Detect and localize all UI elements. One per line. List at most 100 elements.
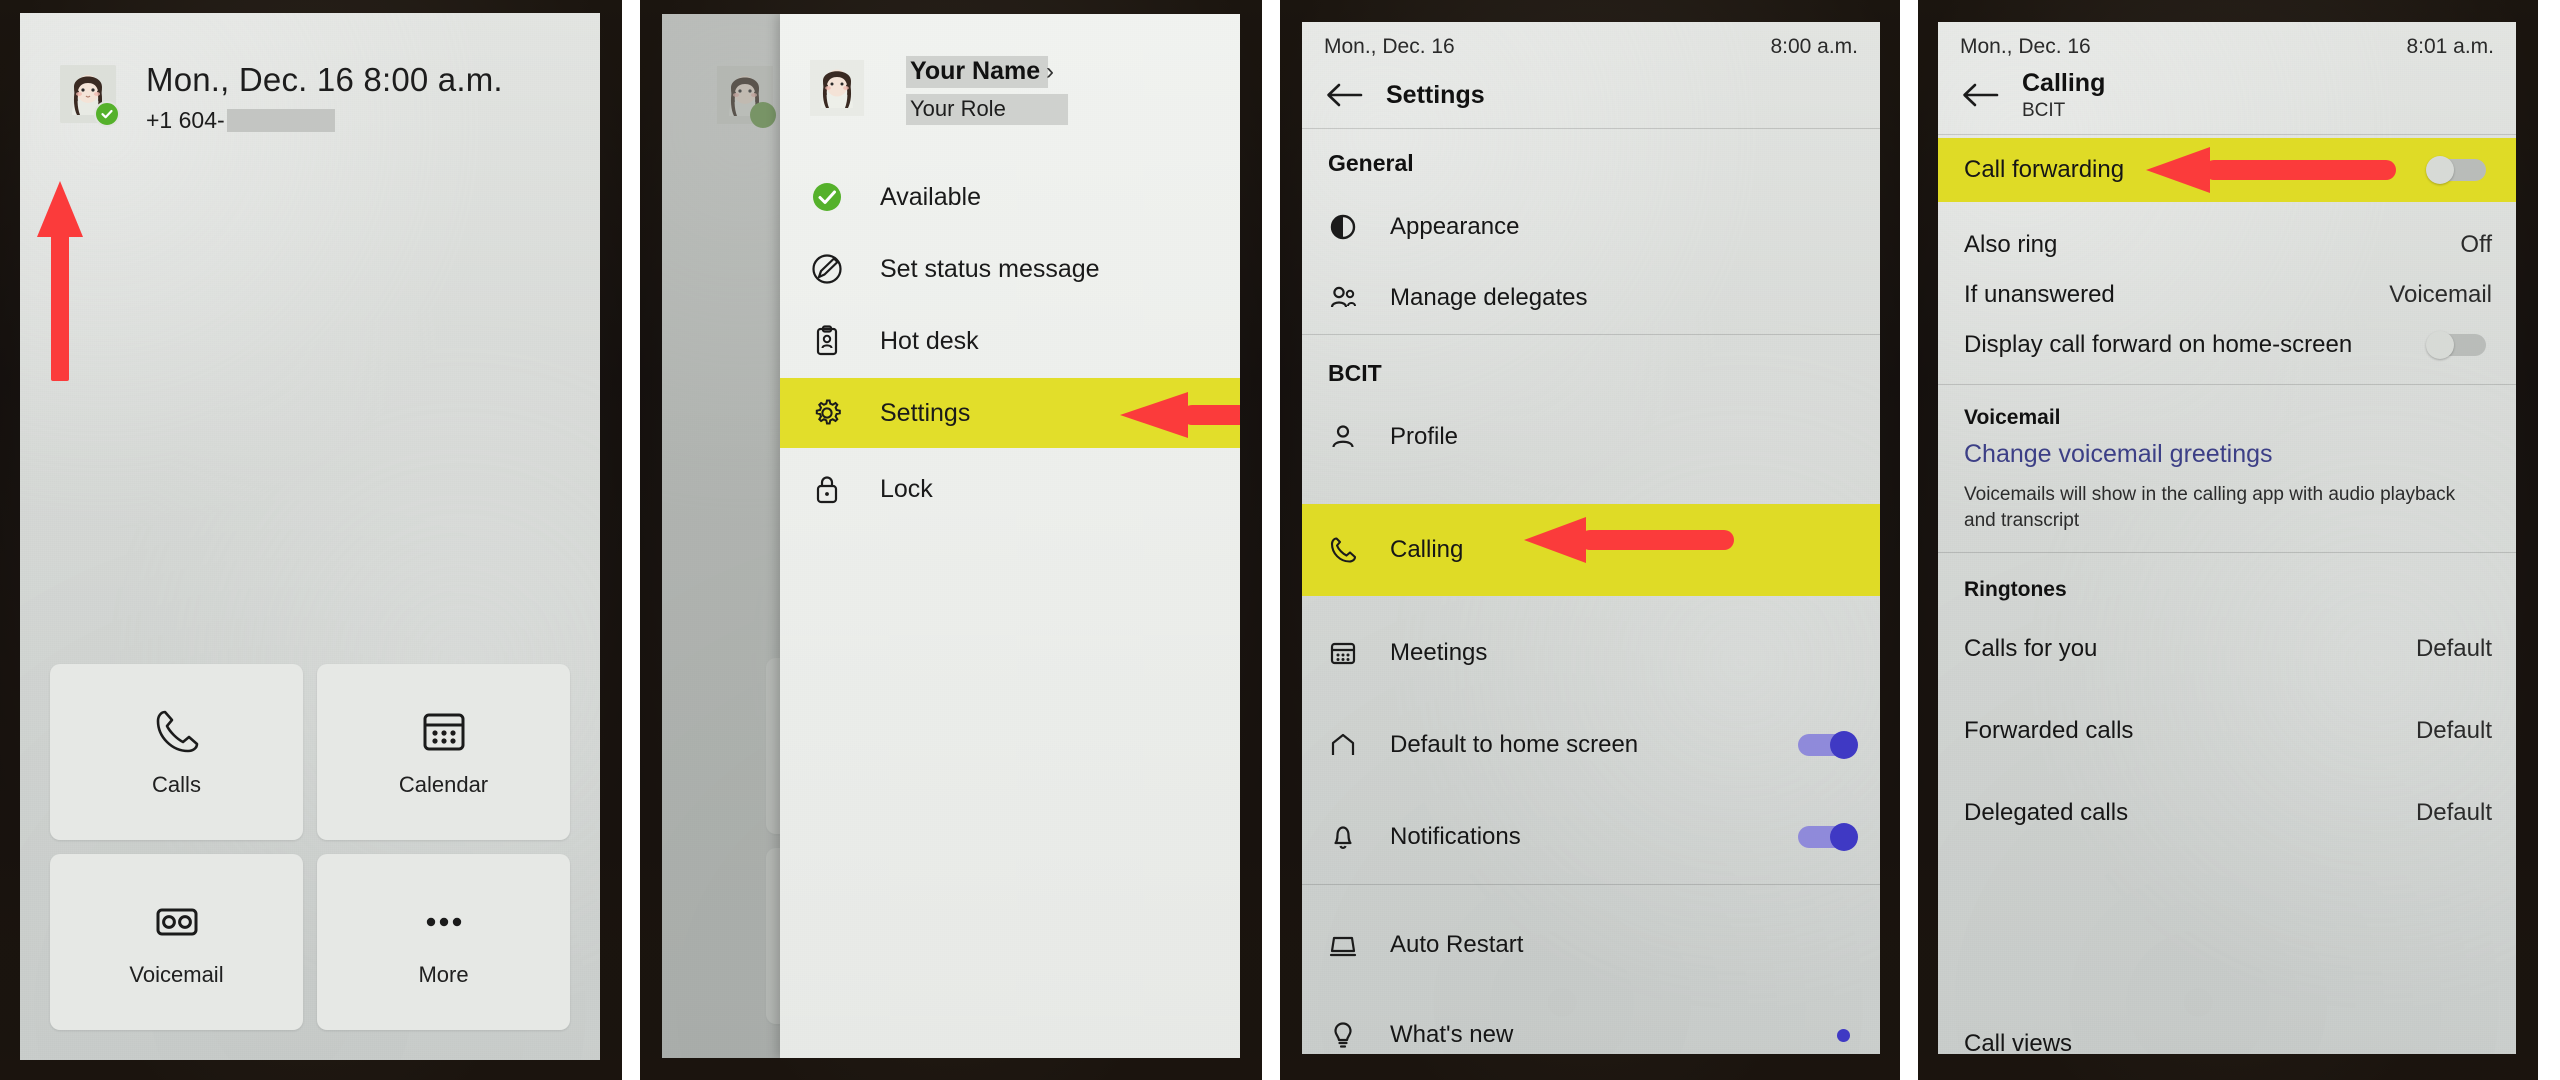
phone-icon bbox=[1328, 535, 1390, 565]
divider bbox=[1938, 134, 2516, 135]
ringtone-row-forwarded-calls[interactable]: Forwarded calls Default bbox=[1938, 704, 2516, 758]
settings-row-label: Calling bbox=[1390, 536, 1464, 563]
person-icon bbox=[1328, 422, 1390, 452]
phone-number-redaction bbox=[226, 109, 335, 132]
chevron-right-icon: › bbox=[1046, 58, 1054, 85]
drawer-item-set-status-message[interactable]: Set status message bbox=[780, 234, 1240, 304]
annotation-arrow-left bbox=[1524, 517, 1734, 563]
settings-row-notifications[interactable]: Notifications bbox=[1302, 804, 1880, 870]
settings-row-auto-restart[interactable]: Auto Restart bbox=[1302, 912, 1880, 978]
settings-row-label: Manage delegates bbox=[1390, 284, 1588, 311]
page-title: Calling bbox=[2022, 68, 2106, 97]
home-datetime: Mon., Dec. 16 8:00 a.m. bbox=[146, 61, 503, 98]
phone-number-prefix: +1 604- bbox=[146, 107, 225, 133]
back-arrow-icon[interactable] bbox=[1302, 78, 1386, 112]
calling-row-value: Voicemail bbox=[2389, 281, 2492, 308]
panel-gap bbox=[1900, 0, 1918, 1080]
calendar-icon bbox=[423, 713, 464, 751]
drawer-avatar bbox=[810, 60, 864, 116]
settings-row-appearance[interactable]: Appearance bbox=[1302, 194, 1880, 260]
calling-settings-screen: Mon., Dec. 16 8:01 a.m. Calling BCIT Cal… bbox=[1938, 22, 2516, 1054]
status-date: Mon., Dec. 16 bbox=[1324, 35, 1455, 58]
page-subtitle: BCIT bbox=[2022, 99, 2066, 121]
settings-row-label: Meetings bbox=[1390, 639, 1488, 666]
status-bar: Mon., Dec. 16 8:01 a.m. bbox=[1938, 30, 2516, 64]
drawer-profile-name: Your Name bbox=[906, 56, 1049, 88]
tile-calls[interactable]: Calls bbox=[50, 664, 303, 840]
profile-drawer: Your Name › Your Role Available Set stat… bbox=[780, 14, 1240, 1058]
panel-gap bbox=[622, 0, 640, 1080]
calling-row-label: If unanswered bbox=[1964, 281, 2115, 308]
toggle-thumb bbox=[1830, 823, 1858, 851]
lightbulb-icon bbox=[1328, 1020, 1390, 1050]
phone-panel-drawer: Your Name › Your Role Available Set stat… bbox=[640, 0, 1262, 1080]
drawer-profile-role: Your Role bbox=[906, 94, 1068, 125]
tile-voicemail[interactable]: Voicemail bbox=[50, 854, 303, 1030]
calling-row-label: Also ring bbox=[1964, 231, 2058, 258]
phone-panel-home: Mon., Dec. 16 8:00 a.m. +1 604- Calls Ca… bbox=[0, 0, 622, 1080]
home-tile-grid: Calls Calendar Voicemail More bbox=[50, 664, 570, 1030]
ringtone-row-value: Default bbox=[2415, 799, 2492, 826]
calling-row-if-unanswered[interactable]: If unanswered Voicemail bbox=[1938, 268, 2516, 322]
appearance-icon bbox=[1328, 212, 1390, 242]
drawer-screen: Your Name › Your Role Available Set stat… bbox=[662, 14, 1240, 1058]
section-title-bcit: BCIT bbox=[1328, 360, 1382, 386]
device-icon bbox=[1328, 930, 1390, 960]
settings-row-profile[interactable]: Profile bbox=[1302, 404, 1880, 470]
settings-row-label: Notifications bbox=[1390, 823, 1521, 850]
calling-row-display-call-forward[interactable]: Display call forward on home-screen bbox=[1938, 318, 2516, 372]
pencil-circle-icon bbox=[810, 252, 866, 286]
nav-title-stack: Calling BCIT bbox=[2022, 69, 2105, 122]
tile-calendar[interactable]: Calendar bbox=[317, 664, 570, 840]
settings-screen: Mon., Dec. 16 8:00 a.m. Settings General… bbox=[1302, 22, 1880, 1054]
ringtone-row-value: Default bbox=[2415, 717, 2492, 744]
annotation-arrow-left bbox=[2146, 147, 2396, 193]
status-date: Mon., Dec. 16 bbox=[1960, 35, 2091, 58]
ringtone-row-call-views-cutoff[interactable]: Call views bbox=[1964, 1030, 2072, 1052]
settings-row-default-home-screen[interactable]: Default to home screen bbox=[1302, 712, 1880, 778]
hot-desk-icon bbox=[810, 324, 866, 358]
ringtone-row-delegated-calls[interactable]: Delegated calls Default bbox=[1938, 786, 2516, 840]
toggle-display-call-forward[interactable] bbox=[2426, 331, 2486, 359]
toggle-call-forwarding[interactable] bbox=[2426, 156, 2486, 184]
divider bbox=[1302, 884, 1880, 885]
drawer-item-lock[interactable]: Lock bbox=[780, 454, 1240, 524]
back-arrow-icon[interactable] bbox=[1938, 78, 2022, 112]
tile-more[interactable]: More bbox=[317, 854, 570, 1030]
drawer-item-label: Available bbox=[880, 182, 982, 211]
presence-available-icon bbox=[94, 101, 120, 127]
drawer-profile-header[interactable]: Your Name › Your Role bbox=[810, 56, 1226, 140]
divider bbox=[1938, 552, 2516, 553]
calling-row-value: Off bbox=[2460, 231, 2492, 258]
ringtone-row-calls-for-you[interactable]: Calls for you Default bbox=[1938, 622, 2516, 676]
status-time: 8:00 a.m. bbox=[1770, 35, 1858, 58]
settings-row-whats-new[interactable]: What's new bbox=[1302, 1002, 1880, 1054]
tile-label: More bbox=[418, 962, 469, 987]
available-check-icon bbox=[810, 180, 866, 214]
drawer-item-available[interactable]: Available bbox=[780, 162, 1240, 232]
change-voicemail-greetings-link[interactable]: Change voicemail greetings bbox=[1964, 440, 2273, 469]
settings-navbar: Settings bbox=[1302, 66, 1880, 124]
drawer-item-hot-desk[interactable]: Hot desk bbox=[780, 306, 1240, 376]
ringtone-row-label: Calls for you bbox=[1964, 635, 2098, 662]
settings-row-label: What's new bbox=[1390, 1021, 1514, 1048]
bell-icon bbox=[1328, 822, 1390, 852]
avatar[interactable] bbox=[60, 65, 120, 127]
annotation-arrow-left bbox=[1120, 392, 1240, 438]
phone-icon bbox=[156, 710, 198, 753]
calling-row-label: Call forwarding bbox=[1964, 156, 2125, 183]
toggle-notifications[interactable] bbox=[1798, 823, 1858, 851]
calling-row-also-ring[interactable]: Also ring Off bbox=[1938, 218, 2516, 272]
tile-label: Calls bbox=[152, 772, 201, 797]
settings-row-meetings[interactable]: Meetings bbox=[1302, 620, 1880, 686]
drawer-item-label: Hot desk bbox=[880, 326, 979, 355]
section-title-general: General bbox=[1328, 150, 1414, 176]
tile-label: Voicemail bbox=[129, 962, 224, 987]
divider bbox=[1938, 384, 2516, 385]
toggle-default-home-screen[interactable] bbox=[1798, 731, 1858, 759]
toggle-thumb bbox=[2426, 331, 2454, 359]
settings-row-manage-delegates[interactable]: Manage delegates bbox=[1302, 265, 1880, 331]
settings-row-label: Appearance bbox=[1390, 213, 1520, 240]
gear-icon bbox=[810, 396, 866, 430]
calling-row-label: Display call forward on home-screen bbox=[1964, 331, 2353, 358]
